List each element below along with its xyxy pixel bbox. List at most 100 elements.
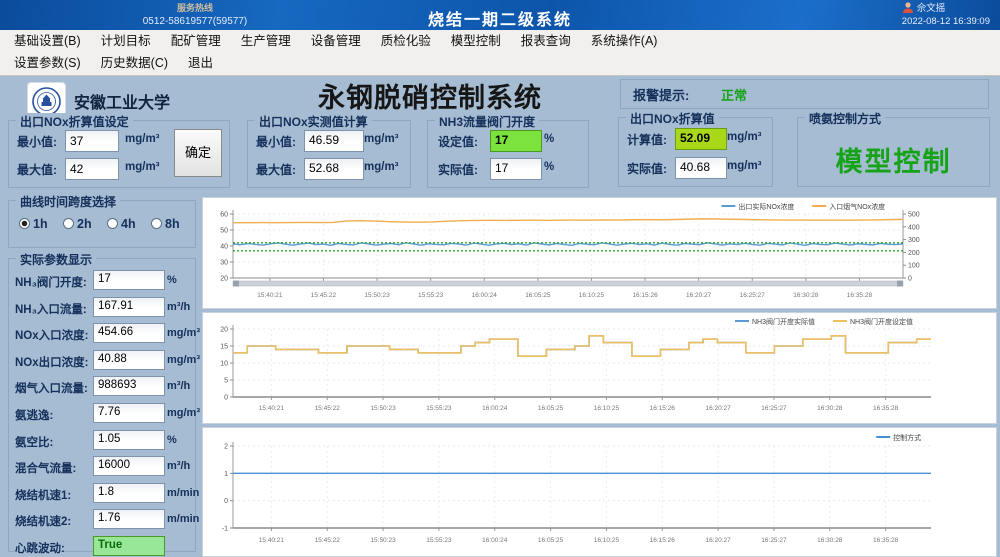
x-axis-label: 16:00:24 <box>482 405 508 412</box>
param-unit: m/min <box>167 513 199 525</box>
x-axis-label: 16:10:25 <box>594 537 620 544</box>
right-axis-label: 300 <box>908 237 920 244</box>
unit-label: mg/m³ <box>125 161 160 173</box>
min-value-input[interactable] <box>65 130 119 152</box>
confirm-button[interactable]: 确定 <box>174 129 222 177</box>
menu-item-计划目标[interactable]: 计划目标 <box>91 30 161 52</box>
param-value: 40.88 <box>93 350 165 370</box>
menu-item-系统操作A[interactable]: 系统操作(A) <box>581 30 668 52</box>
x-axis-label: 15:55:23 <box>418 292 444 299</box>
x-axis-label: 16:15:26 <box>650 405 676 412</box>
group-title: 实际参数显示 <box>16 251 96 268</box>
x-axis-label: 16:20:27 <box>705 537 731 544</box>
param-row: 氨逃逸:7.76mg/m³ <box>9 400 195 427</box>
menu-item-质检化验[interactable]: 质检化验 <box>371 30 441 52</box>
param-label: 氨空比: <box>15 434 53 450</box>
x-axis-label: 15:50:23 <box>370 537 396 544</box>
param-label: 混合气流量: <box>15 460 76 476</box>
menu-bar: 基础设置(B)计划目标配矿管理生产管理设备管理质检化验模型控制报表查询系统操作(… <box>0 30 1000 76</box>
x-axis-label: 16:35:28 <box>847 292 873 299</box>
user-block: 佘文摇 2022-08-12 16:39:09 <box>902 2 990 28</box>
timespan-option-label: 8h <box>165 217 180 231</box>
left-axis-label: 60 <box>220 212 228 219</box>
param-row: 混合气流量:16000m³/h <box>9 453 195 480</box>
unit-label: mg/m³ <box>727 131 762 143</box>
nox-trend-chart[interactable]: 203040506015:40:2115:45:2215:50:2315:55:… <box>203 198 996 308</box>
min-label: 最小值: <box>256 133 296 150</box>
menu-item-历史数据C[interactable]: 历史数据(C) <box>91 52 178 74</box>
param-value: 1.8 <box>93 483 165 503</box>
legend-label: 出口实际NOx浓度 <box>738 202 794 211</box>
x-axis-label: 16:20:27 <box>705 405 731 412</box>
param-row: NH₃阀门开度:17% <box>9 267 195 294</box>
param-unit: m/min <box>167 487 199 499</box>
series-1 <box>233 336 931 356</box>
radio-icon[interactable] <box>151 218 162 229</box>
left-axis-label: -1 <box>222 526 228 533</box>
menu-item-配矿管理[interactable]: 配矿管理 <box>161 30 231 52</box>
x-axis-label: 16:30:28 <box>817 537 843 544</box>
valve-trend-chart[interactable]: 0510152015:40:2115:45:2215:50:2315:55:23… <box>203 313 996 423</box>
menu-item-设备管理[interactable]: 设备管理 <box>301 30 371 52</box>
timespan-option-1h[interactable]: 1h <box>19 217 48 231</box>
param-value: 7.76 <box>93 403 165 423</box>
radio-icon[interactable] <box>63 218 74 229</box>
x-axis-label: 15:55:23 <box>426 405 452 412</box>
param-unit: % <box>167 434 177 446</box>
param-label: 烧结机速1: <box>15 487 71 503</box>
right-axis-label: 500 <box>908 212 920 219</box>
x-axis-label: 15:40:21 <box>259 405 285 412</box>
menu-row-1: 基础设置(B)计划目标配矿管理生产管理设备管理质检化验模型控制报表查询系统操作(… <box>0 30 1000 52</box>
param-label: 烧结机速2: <box>15 513 71 529</box>
param-row: 烧结机速2:1.76m/min <box>9 506 195 533</box>
radio-icon[interactable] <box>19 218 30 229</box>
param-unit: mg/m³ <box>167 407 200 419</box>
legend-label: NH3阀门开度实际值 <box>752 317 815 326</box>
alarm-panel: 报警提示: 正常 <box>620 79 989 109</box>
unit-label: % <box>544 133 554 145</box>
param-unit: m³/h <box>167 301 190 313</box>
x-axis-label: 16:10:25 <box>579 292 605 299</box>
radio-icon[interactable] <box>107 218 118 229</box>
x-axis-label: 15:45:22 <box>311 292 337 299</box>
timespan-option-2h[interactable]: 2h <box>63 217 92 231</box>
chart-panel-control-mode: -101215:40:2115:45:2215:50:2315:55:2316:… <box>202 427 997 557</box>
x-axis-label: 15:50:23 <box>370 405 396 412</box>
group-title: 曲线时间跨度选择 <box>16 193 120 210</box>
left-axis-label: 10 <box>220 361 228 368</box>
max-value-input[interactable] <box>65 158 119 180</box>
menu-item-模型控制[interactable]: 模型控制 <box>441 30 511 52</box>
param-value: 167.91 <box>93 297 165 317</box>
param-value: 454.66 <box>93 323 165 343</box>
ammonia-control-mode-group: 喷氨控制方式 模型控制 <box>797 117 990 187</box>
x-axis-label: 16:30:28 <box>817 405 843 412</box>
scrollbar-handle-left[interactable] <box>233 281 239 287</box>
valve-set-value: 17 <box>490 130 542 152</box>
control-mode-chart[interactable]: -101215:40:2115:45:2215:50:2315:55:2316:… <box>203 428 996 554</box>
x-axis-label: 16:25:27 <box>740 292 766 299</box>
param-row: NH₃入口流量:167.91m³/h <box>9 294 195 321</box>
menu-item-生产管理[interactable]: 生产管理 <box>231 30 301 52</box>
chart-scrollbar[interactable] <box>233 281 903 286</box>
x-axis-label: 15:40:21 <box>259 537 285 544</box>
timespan-option-8h[interactable]: 8h <box>151 217 180 231</box>
timespan-option-4h[interactable]: 4h <box>107 217 136 231</box>
x-axis-label: 16:05:25 <box>538 405 564 412</box>
menu-item-基础设置B[interactable]: 基础设置(B) <box>4 30 91 52</box>
menu-item-设置参数S[interactable]: 设置参数(S) <box>4 52 91 74</box>
max-value: 52.68 <box>304 158 364 180</box>
right-axis-label: 100 <box>908 263 920 270</box>
x-axis-label: 16:15:26 <box>650 537 676 544</box>
group-title: 出口NOx折算值设定 <box>16 113 133 130</box>
left-axis-label: 15 <box>220 344 228 351</box>
left-axis-label: 30 <box>220 260 228 267</box>
scrollbar-handle-right[interactable] <box>897 281 903 287</box>
param-label: NH₃阀门开度: <box>15 274 87 290</box>
x-axis-label: 15:45:22 <box>315 537 341 544</box>
menu-item-退出[interactable]: 退出 <box>178 52 223 74</box>
alarm-status: 正常 <box>721 85 747 104</box>
param-row: 烧结机速1:1.8m/min <box>9 480 195 507</box>
menu-item-报表查询[interactable]: 报表查询 <box>511 30 581 52</box>
x-axis-label: 16:30:28 <box>793 292 819 299</box>
min-label: 最小值: <box>17 133 57 150</box>
